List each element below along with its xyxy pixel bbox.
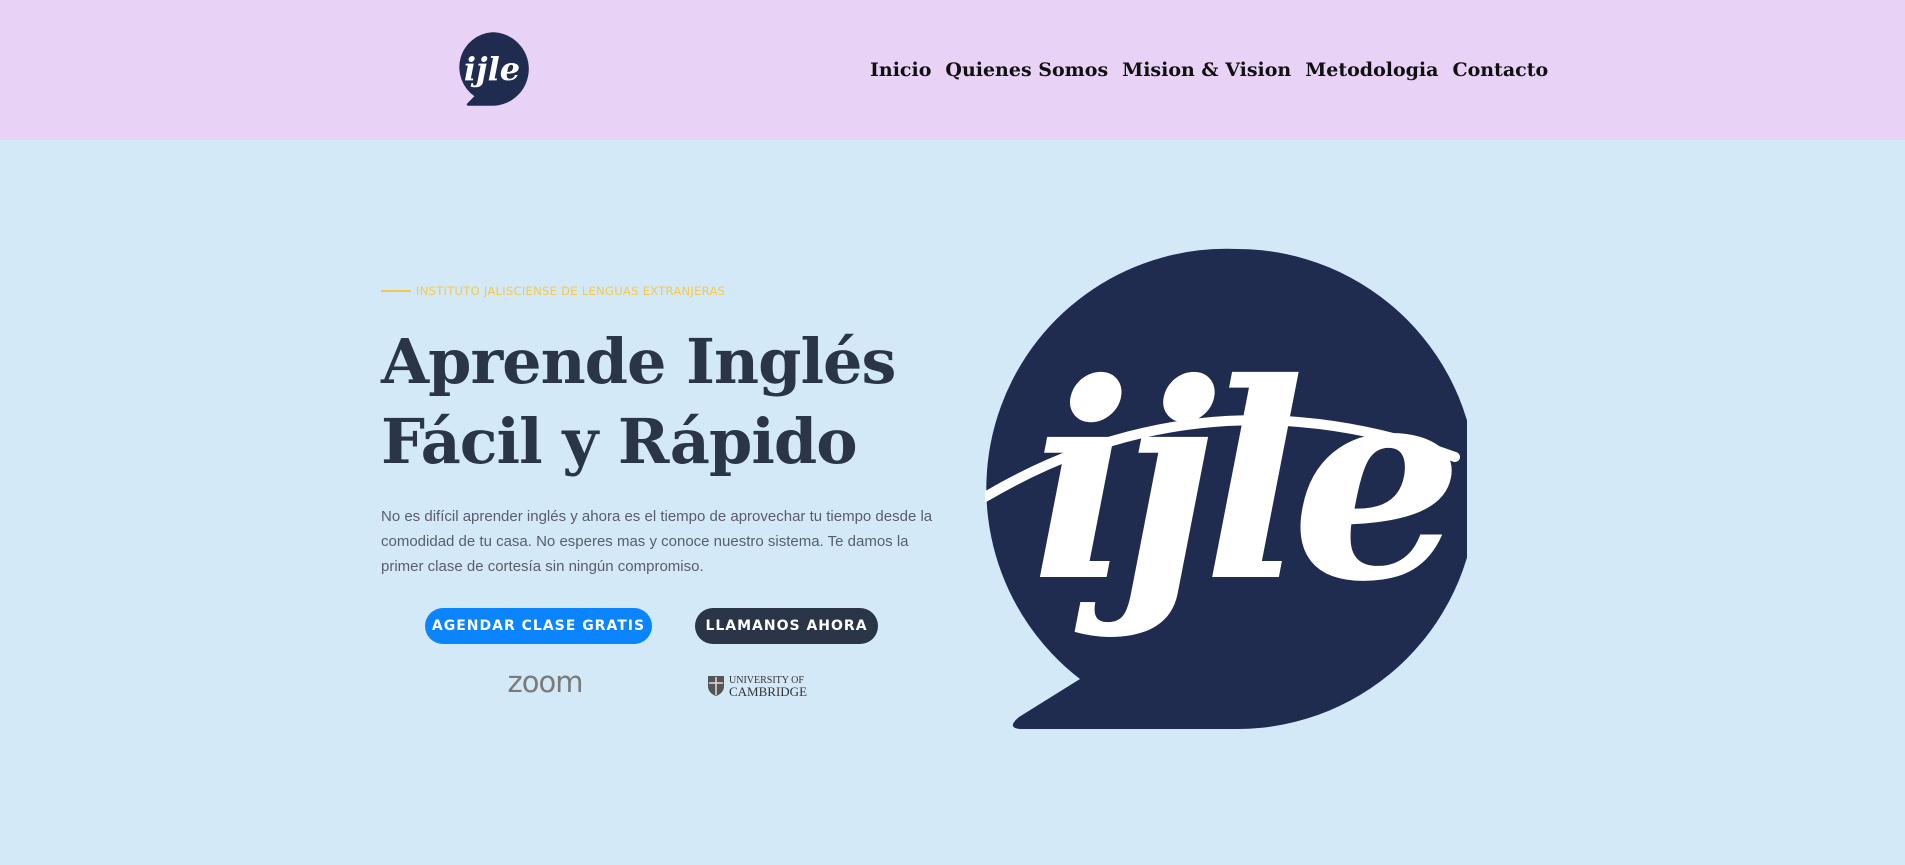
nav-metodologia[interactable]: Metodologia [1305,59,1438,81]
zoom-logo: zoom [508,668,584,698]
eyebrow-line [381,290,411,292]
site-header: ijle Inicio Quienes Somos Mision & Visio… [0,0,1905,140]
hero-title: Aprende Inglés Fácil y Rápido [381,322,941,482]
svg-text:zoom: zoom [508,668,583,698]
nav-inicio[interactable]: Inicio [870,59,931,81]
cambridge-line2: CAMBRIDGE [729,684,808,699]
nav-contacto[interactable]: Contacto [1452,59,1548,81]
hero-description: No es difícil aprender inglés y ahora es… [381,508,933,575]
eyebrow-text: INSTITUTO JALISCIENSE DE LENGUAS EXTRANJ… [416,284,726,298]
llamanos-ahora-button[interactable]: LLAMANOS AHORA [695,608,878,644]
hero-title-line2: Fácil y Rápido [381,405,858,478]
big-logo-text: ijle [1031,323,1452,641]
cambridge-logo: UNIVERSITY OF CAMBRIDGE [707,673,811,699]
ijle-logo[interactable]: ijle [452,29,532,109]
eyebrow: INSTITUTO JALISCIENSE DE LENGUAS EXTRANJ… [381,280,941,302]
nav-quienes-somos[interactable]: Quienes Somos [945,59,1108,81]
hero-title-line1: Aprende Inglés [381,325,896,398]
cambridge-shield-icon [708,676,724,696]
agendar-clase-button[interactable]: AGENDAR CLASE GRATIS [425,608,652,644]
svg-text:ijle: ijle [464,50,520,88]
nav-mision-vision[interactable]: Mision & Vision [1122,59,1291,81]
hero-content: INSTITUTO JALISCIENSE DE LENGUAS EXTRANJ… [381,280,941,579]
ijle-big-logo: ijle [985,248,1467,729]
main-nav: Inicio Quienes Somos Mision & Vision Met… [870,56,1548,84]
cambridge-text: UNIVERSITY OF CAMBRIDGE [729,675,808,699]
